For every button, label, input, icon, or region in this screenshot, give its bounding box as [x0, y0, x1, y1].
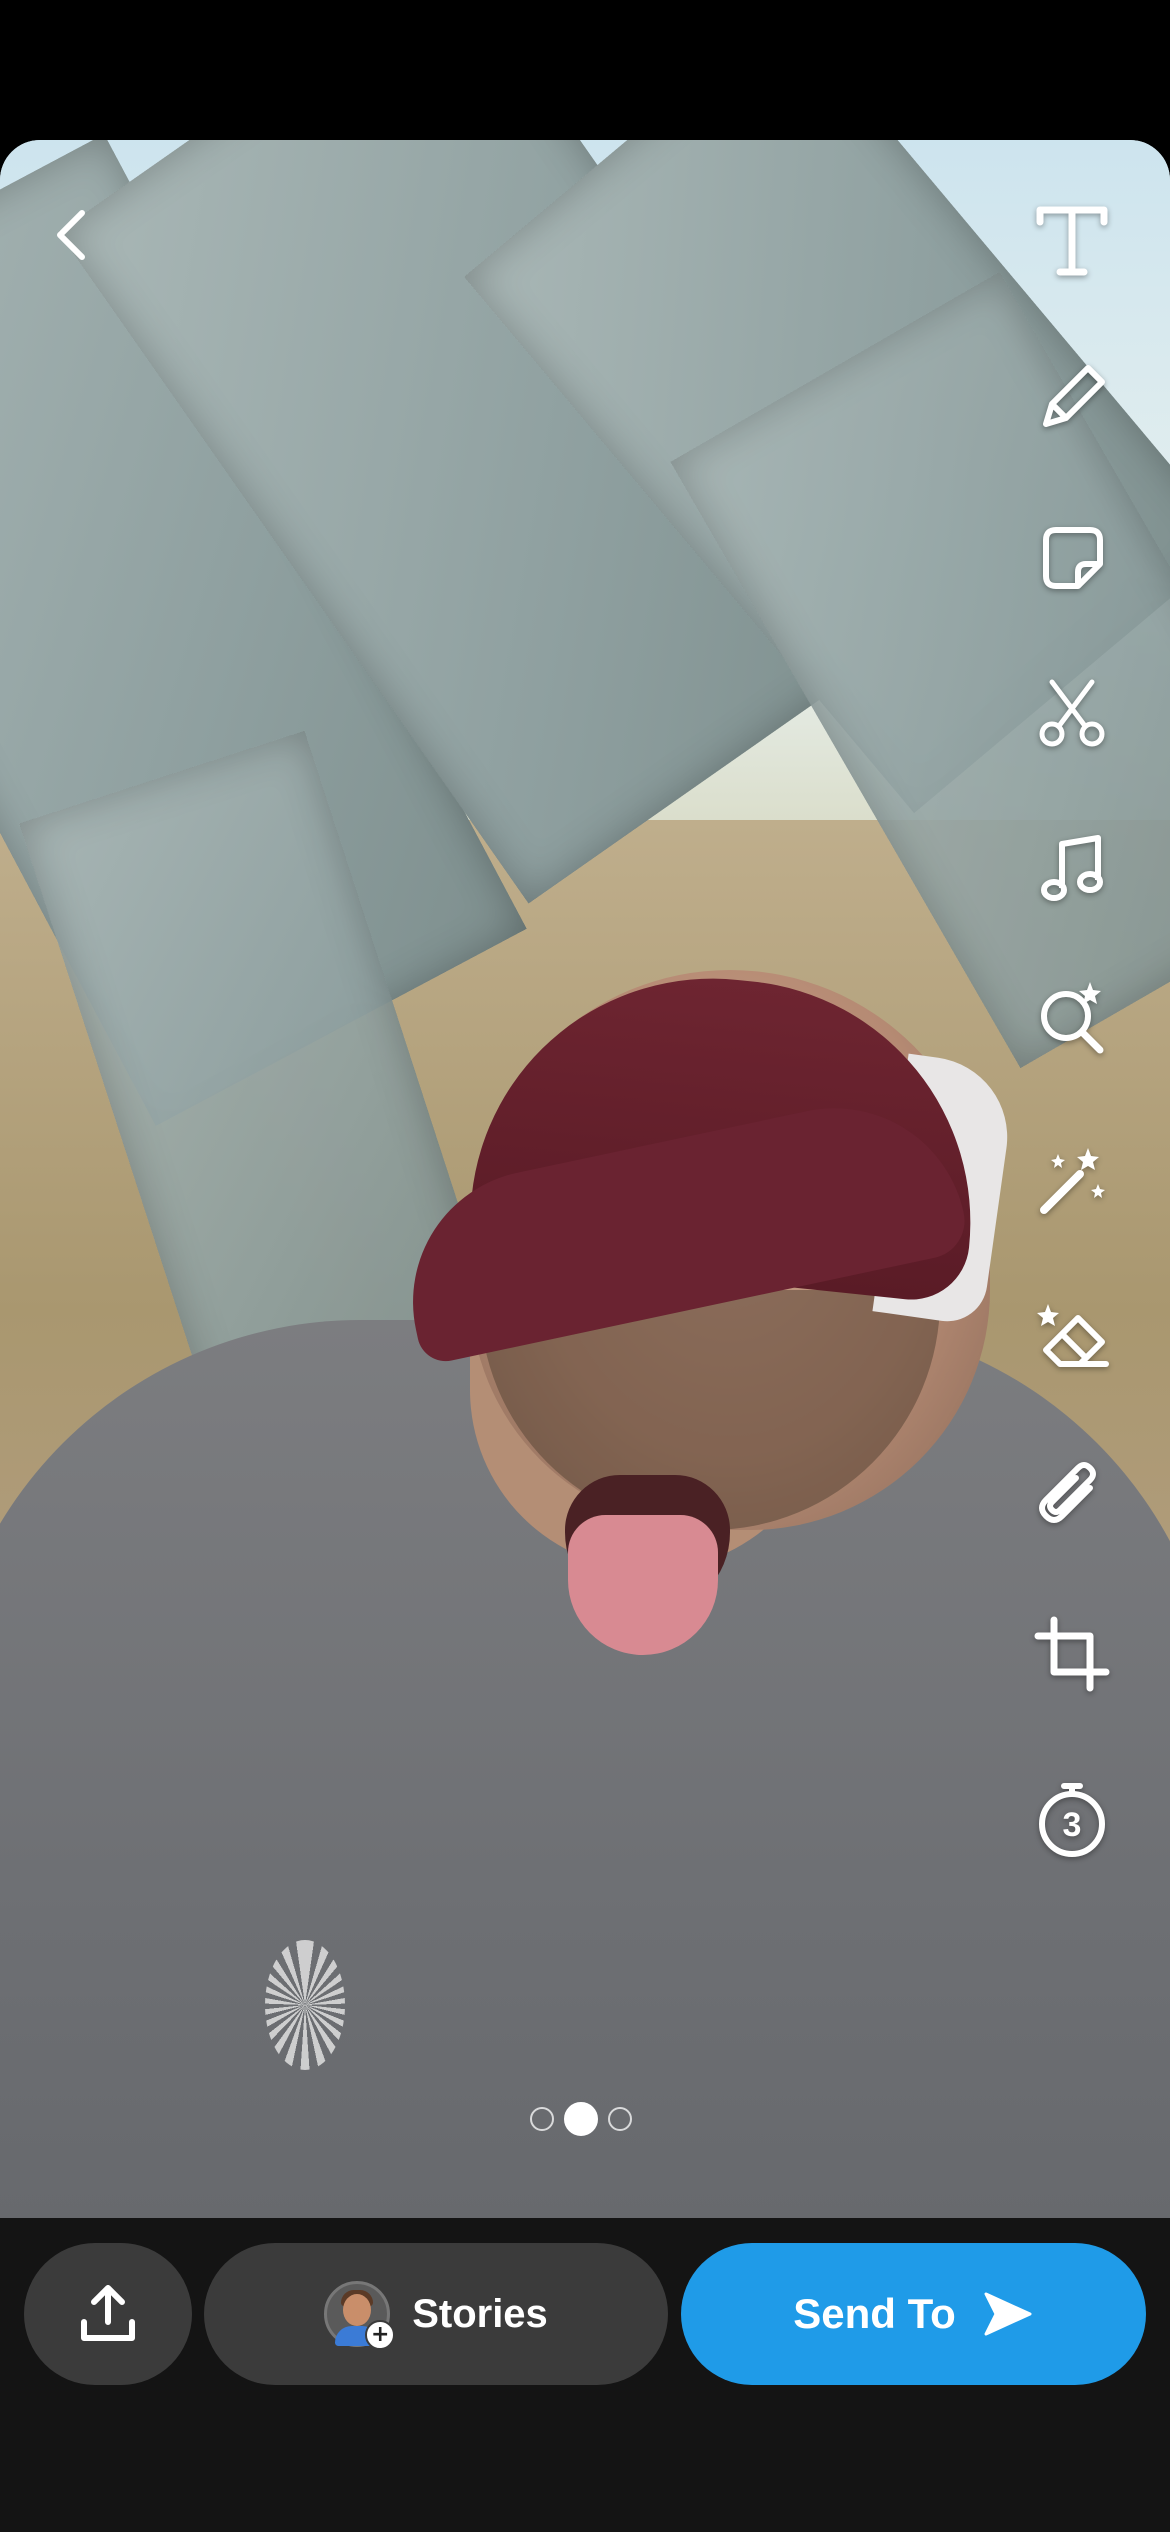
send-arrow-icon [984, 2292, 1032, 2336]
music-note-icon [1041, 835, 1103, 901]
chevron-left-icon [57, 210, 85, 260]
stories-label: Stories [412, 2291, 548, 2336]
page-dot-active [564, 2102, 598, 2136]
music-tool-button[interactable] [1022, 820, 1122, 920]
upload-button[interactable] [24, 2243, 192, 2385]
crop-tool-button[interactable] [1022, 1604, 1122, 1704]
upload-icon [81, 2285, 135, 2341]
page-dot [530, 2107, 554, 2131]
magic-tool-button[interactable] [1022, 1130, 1122, 1230]
attach-tool-button[interactable] [1022, 1448, 1122, 1548]
stories-button[interactable]: + Stories [204, 2243, 668, 2385]
bottom-bar: + Stories Send To [0, 2218, 1170, 2532]
magic-wand-icon [1040, 1148, 1105, 1214]
draw-tool-button[interactable] [1022, 348, 1122, 448]
avatar-head [343, 2294, 372, 2326]
lens-search-icon [1041, 982, 1104, 1054]
pencil-icon [1043, 365, 1105, 427]
text-tool-button[interactable] [1022, 190, 1122, 290]
magic-eraser-icon [1037, 1304, 1109, 1367]
send-to-button[interactable]: Send To [681, 2243, 1146, 2385]
timer-tool-button[interactable]: 3 [1022, 1770, 1122, 1870]
sticker-tool-button[interactable] [1022, 508, 1122, 608]
scissors-tool-button[interactable] [1022, 664, 1122, 764]
shirt-logo [265, 1940, 345, 2070]
page-dot [608, 2107, 632, 2131]
paperclip-icon [1039, 1462, 1096, 1523]
avatar: + [324, 2281, 396, 2350]
add-icon: + [365, 2320, 396, 2350]
back-button[interactable] [44, 205, 104, 265]
snap-photo [0, 140, 1170, 2218]
text-t-icon [1036, 206, 1108, 276]
scissors-icon [1039, 679, 1105, 747]
sticker-icon [1043, 527, 1103, 589]
crop-icon [1034, 1616, 1110, 1692]
send-to-label: Send To [793, 2290, 956, 2337]
lens-tool-button[interactable] [1022, 968, 1122, 1068]
timer-icon: 3 [1039, 1783, 1105, 1857]
eraser-tool-button[interactable] [1022, 1288, 1122, 1388]
timer-value: 3 [1063, 1806, 1082, 1844]
page-indicator [530, 2102, 632, 2136]
